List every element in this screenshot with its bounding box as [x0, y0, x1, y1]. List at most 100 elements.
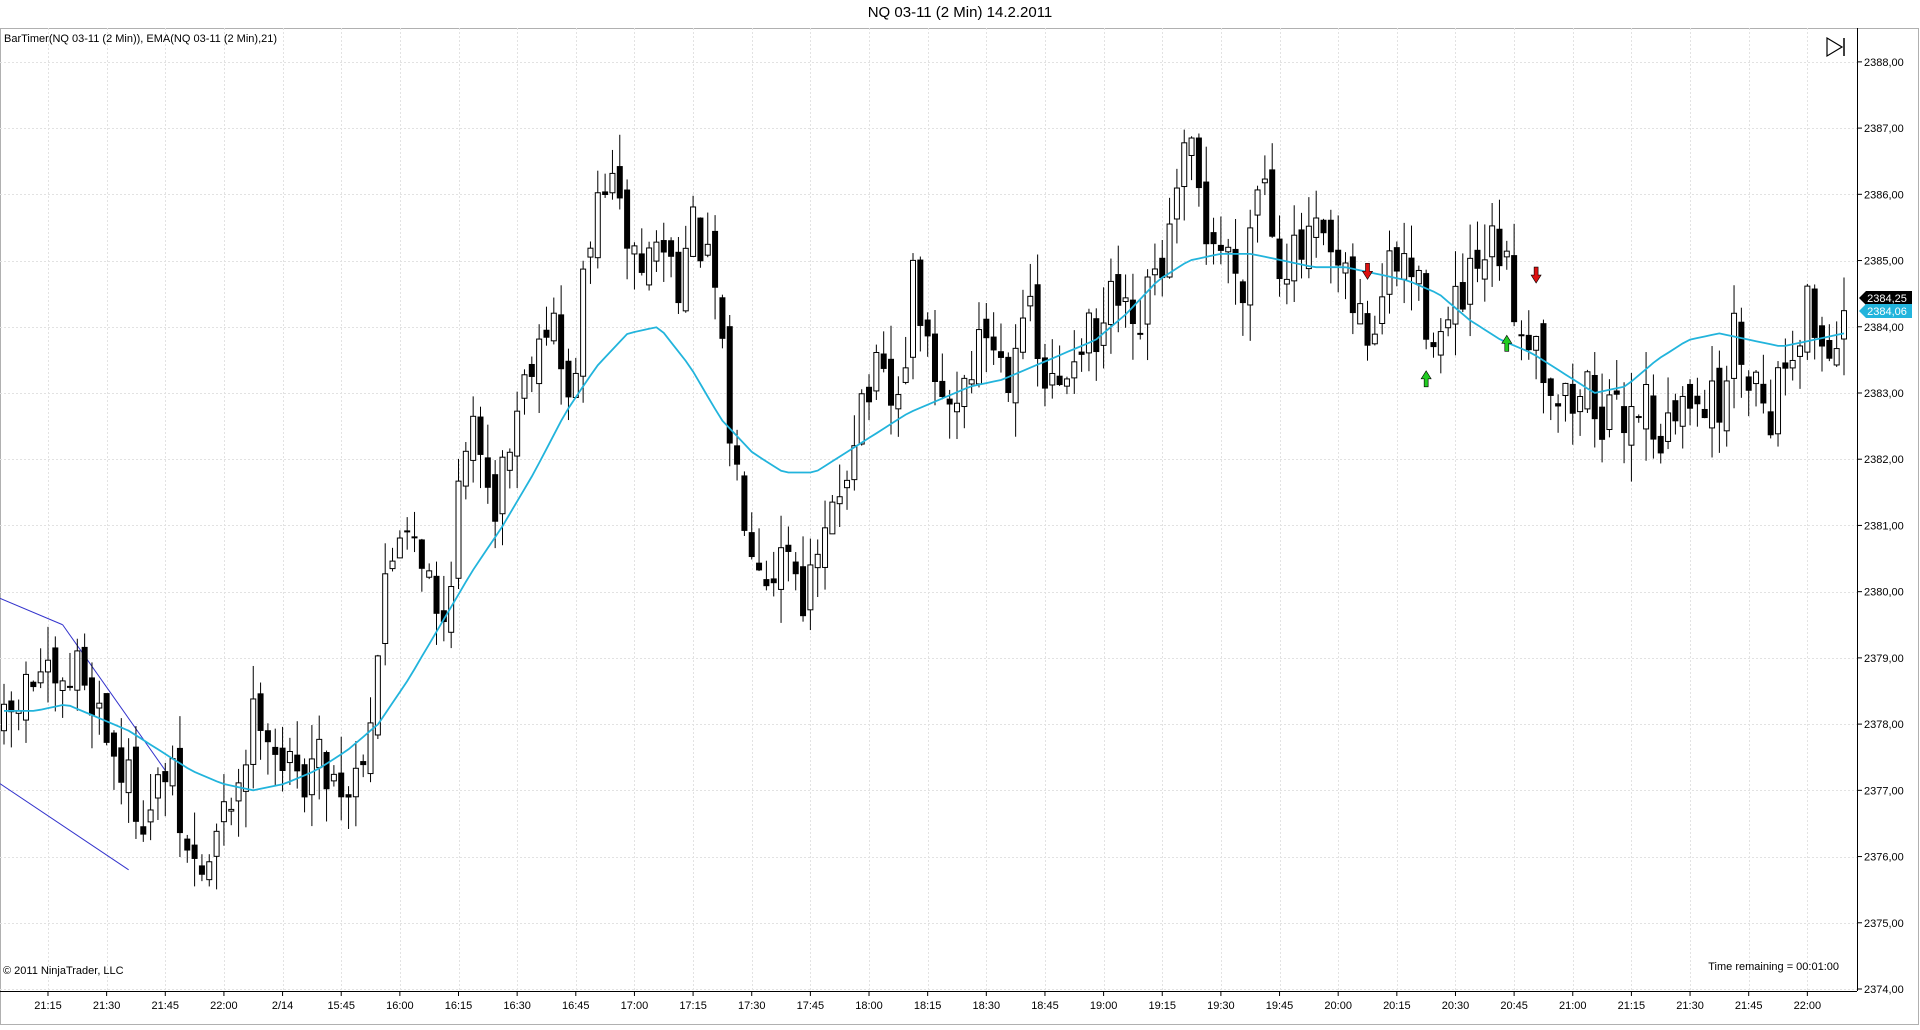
- candle: [1335, 215, 1342, 293]
- candle-body: [1694, 395, 1701, 405]
- candle-body: [1430, 342, 1437, 348]
- candle: [682, 225, 689, 313]
- candle: [1437, 318, 1444, 374]
- candle: [1635, 414, 1642, 423]
- candle-body: [1071, 361, 1078, 379]
- candle: [1687, 379, 1694, 426]
- time-tick-label: 21:45: [152, 1000, 180, 1012]
- candle-body: [1650, 395, 1657, 440]
- candle-body: [213, 830, 220, 857]
- candle: [140, 800, 147, 842]
- price-tick-label: 2374,00: [1864, 984, 1904, 996]
- candle: [1503, 240, 1510, 270]
- candle-body: [1379, 296, 1386, 325]
- candle-body: [1459, 282, 1466, 310]
- candle-body: [492, 474, 499, 522]
- play-to-end-icon[interactable]: [1826, 36, 1845, 58]
- grid: [0, 28, 1857, 991]
- candle-body: [961, 377, 968, 408]
- candle-body: [499, 456, 506, 515]
- candle-body: [1511, 255, 1518, 323]
- candle: [1041, 343, 1048, 407]
- candle: [580, 260, 587, 403]
- candle: [697, 217, 704, 268]
- candle: [975, 302, 982, 388]
- candle: [198, 854, 205, 882]
- candle-body: [1723, 380, 1730, 432]
- candle: [440, 575, 447, 642]
- candle: [1459, 253, 1466, 313]
- candle: [521, 369, 528, 415]
- candle: [1745, 370, 1752, 417]
- candle-body: [1078, 351, 1085, 355]
- candle: [1349, 243, 1356, 335]
- candle-body: [1, 703, 7, 732]
- candle-body: [741, 475, 748, 531]
- price-axis[interactable]: 2388,00 2387,00 2386,00 2385,00 2384,00 2383,…: [1857, 57, 1904, 996]
- candle-body: [1305, 225, 1312, 270]
- candle: [1371, 315, 1378, 346]
- time-tick-label: 21:30: [93, 1000, 121, 1012]
- candle-body: [162, 771, 169, 783]
- candle-body: [675, 251, 682, 304]
- candle: [184, 834, 191, 863]
- candle-body: [1210, 232, 1217, 245]
- candle-body: [594, 192, 601, 259]
- candle-body: [521, 374, 528, 399]
- candle: [411, 511, 418, 553]
- time-tick-label: 17:15: [679, 1000, 707, 1012]
- candle-body: [616, 166, 623, 199]
- candle: [1833, 321, 1840, 367]
- candle: [543, 306, 550, 346]
- candle: [1430, 332, 1437, 358]
- candle: [44, 626, 51, 703]
- candle-body: [1841, 310, 1847, 340]
- candle: [338, 736, 345, 821]
- candle: [726, 314, 733, 467]
- price-tick-label: 2381,00: [1864, 520, 1904, 532]
- candle-body: [1173, 187, 1180, 220]
- price-tick-label: 2384,00: [1864, 322, 1904, 334]
- time-tick-label: 19:30: [1207, 1000, 1235, 1012]
- candle-body: [1254, 189, 1261, 216]
- candle: [631, 242, 638, 290]
- candle: [1276, 215, 1283, 297]
- time-axis[interactable]: 21:15 21:30 21:45 22:00 2/14 15:45 16:00 16:15 1…: [34, 991, 1821, 1012]
- candle-body: [1496, 228, 1503, 267]
- candle: [602, 173, 609, 198]
- candle-body: [858, 393, 865, 445]
- candle: [52, 636, 59, 712]
- candle-body: [910, 259, 917, 358]
- candle-body: [1833, 348, 1840, 366]
- candle-body: [1797, 345, 1804, 357]
- candle-body: [646, 247, 653, 286]
- candle: [162, 762, 169, 817]
- candle-body: [125, 759, 132, 794]
- candle: [1452, 251, 1459, 356]
- candle-body: [1731, 312, 1738, 379]
- price-chart[interactable]: 2388,00 2387,00 2386,00 2385,00 2384,00 2383,…: [0, 28, 1920, 1025]
- candle-body: [59, 680, 66, 691]
- candle: [1665, 377, 1672, 450]
- buy-arrow-icon: [1420, 370, 1432, 388]
- candle: [1012, 324, 1019, 437]
- ema-line: [4, 253, 1845, 792]
- candle-body: [330, 773, 337, 782]
- candle-body: [352, 767, 359, 798]
- chart-panel[interactable]: 2388,00 2387,00 2386,00 2385,00 2384,00 2383,…: [0, 28, 1920, 1025]
- candle: [1423, 269, 1430, 350]
- candle-body: [866, 386, 873, 403]
- candle-body: [624, 189, 631, 249]
- candle-body: [528, 363, 535, 377]
- time-tick-label: 20:15: [1383, 1000, 1411, 1012]
- candle: [594, 170, 601, 269]
- candle-body: [1137, 332, 1144, 335]
- candle-body: [404, 530, 411, 533]
- candle-body: [264, 730, 271, 743]
- candle-body: [1555, 403, 1562, 407]
- candle-body: [1503, 250, 1510, 258]
- time-tick-label: 22:00: [210, 1000, 238, 1012]
- candle-body: [1408, 257, 1415, 278]
- candle-body: [1188, 137, 1195, 156]
- candle: [176, 716, 183, 857]
